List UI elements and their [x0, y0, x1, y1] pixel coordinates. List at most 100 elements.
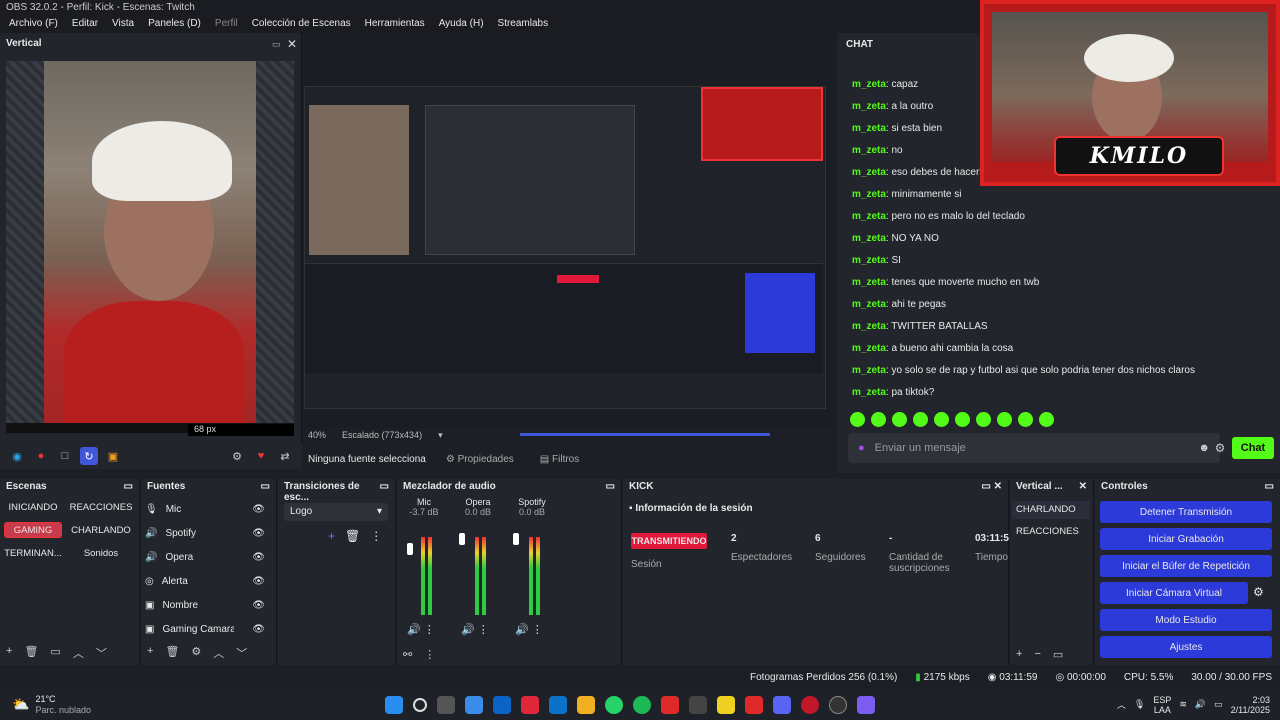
chevron-up-icon[interactable]: ︿: [1117, 698, 1126, 711]
vertical-canvas[interactable]: [6, 61, 294, 433]
scene-iniciando[interactable]: INICIANDO: [4, 499, 62, 515]
emote-icon[interactable]: [871, 412, 886, 427]
float-icon[interactable]: ▭: [1265, 481, 1274, 493]
source-spotify[interactable]: 🔊 Spotify 👁: [145, 523, 265, 543]
link-icon[interactable]: ⚯: [403, 648, 412, 661]
source-nombre[interactable]: ▣ Nombre 👁: [145, 595, 265, 615]
minus-icon[interactable]: −: [1034, 648, 1040, 661]
filter-icon[interactable]: ▭: [50, 645, 60, 661]
up-icon[interactable]: ︿: [213, 645, 224, 661]
trash-icon[interactable]: 🗑: [165, 645, 179, 661]
transition-select[interactable]: Logo ▾: [284, 503, 388, 521]
menu-herramientas[interactable]: Herramientas: [358, 16, 432, 33]
virtual-camera-button[interactable]: Iniciar Cámara Virtual: [1100, 582, 1248, 604]
emote-icon[interactable]: [850, 412, 865, 427]
broadcast-icon[interactable]: ◉: [8, 447, 26, 465]
chat-username[interactable]: m_zeta: [852, 233, 886, 244]
settings-button[interactable]: Ajustes: [1100, 636, 1272, 658]
emote-icon[interactable]: [976, 412, 991, 427]
opera-icon[interactable]: [801, 695, 819, 714]
emote-icon[interactable]: [1039, 412, 1054, 427]
obs-icon[interactable]: [829, 695, 847, 714]
app-icon[interactable]: [745, 695, 763, 714]
whatsapp-icon[interactable]: [605, 695, 623, 714]
scaling-label[interactable]: Escalado (773x434): [342, 430, 422, 440]
virtual-camera-settings-icon[interactable]: ⚙: [1253, 585, 1264, 599]
spotify-fader[interactable]: [513, 533, 519, 545]
float-icon[interactable]: ▭: [606, 481, 615, 493]
gear-icon[interactable]: ⚙: [228, 447, 246, 465]
eye-icon[interactable]: 👁: [252, 600, 265, 611]
scene-sonidos[interactable]: Sonidos: [72, 545, 130, 561]
chat-username[interactable]: m_zeta: [852, 343, 886, 354]
clock[interactable]: 2:03 2/11/2025: [1231, 695, 1270, 715]
eye-icon[interactable]: 👁: [252, 624, 265, 635]
menu-paneles[interactable]: Paneles (D): [141, 16, 208, 33]
float-icon[interactable]: ▭: [380, 481, 389, 493]
app-icon[interactable]: [857, 695, 875, 714]
copilot-icon[interactable]: [465, 695, 483, 714]
vertical-scene-reacciones[interactable]: REACCIONES: [1012, 523, 1090, 541]
discord-icon[interactable]: [773, 695, 791, 714]
switch-icon[interactable]: ⇄: [276, 447, 294, 465]
scene-terminando[interactable]: TERMINAN...: [4, 545, 62, 561]
language-indicator[interactable]: ESP LAA: [1153, 695, 1171, 715]
scene-charlando[interactable]: CHARLANDO: [71, 522, 131, 538]
search-icon[interactable]: [413, 697, 427, 712]
chat-username[interactable]: m_zeta: [852, 79, 886, 90]
screen-icon[interactable]: □: [56, 447, 74, 465]
menu-archivo[interactable]: Archivo (F): [2, 16, 65, 33]
microphone-icon[interactable]: ●: [858, 442, 865, 454]
chat-username[interactable]: m_zeta: [852, 321, 886, 332]
float-icon[interactable]: ▭: [124, 481, 133, 493]
source-gaming-camara[interactable]: ▣ Gaming Camara 👁: [145, 619, 265, 639]
more-icon[interactable]: ⋮: [370, 529, 382, 543]
source-mic[interactable]: 🎙 Mic 👁: [145, 499, 265, 519]
scene-gaming[interactable]: GAMING: [4, 522, 62, 538]
app-icon[interactable]: [717, 695, 735, 714]
studio-mode-button[interactable]: Modo Estudio: [1100, 609, 1272, 631]
emote-icon[interactable]: [1018, 412, 1033, 427]
chat-username[interactable]: m_zeta: [852, 123, 886, 134]
mic-fader[interactable]: [407, 543, 413, 555]
emote-icon[interactable]: [955, 412, 970, 427]
chat-username[interactable]: m_zeta: [852, 145, 886, 156]
more-icon[interactable]: ⋮: [424, 648, 435, 661]
add-icon[interactable]: +: [147, 645, 153, 661]
replay-buffer-button[interactable]: Iniciar el Búfer de Repetición: [1100, 555, 1272, 577]
chat-input[interactable]: ● Enviar un mensaje ☻: [848, 433, 1220, 463]
chat-username[interactable]: m_zeta: [852, 277, 886, 288]
battery-icon[interactable]: ▭: [1214, 699, 1223, 710]
preview-scrollbar[interactable]: [520, 433, 770, 436]
trash-icon[interactable]: 🗑: [24, 645, 38, 661]
chat-username[interactable]: m_zeta: [852, 387, 886, 398]
camera-icon[interactable]: ▣: [104, 447, 122, 465]
dropbox-icon[interactable]: [493, 695, 511, 714]
spotify-icon[interactable]: [633, 695, 651, 714]
menu-editar[interactable]: Editar: [65, 16, 105, 33]
emote-icon[interactable]: [934, 412, 949, 427]
menu-ayuda[interactable]: Ayuda (H): [432, 16, 491, 33]
chat-username[interactable]: m_zeta: [852, 189, 886, 200]
chevron-down-icon[interactable]: ▾: [438, 430, 443, 441]
emote-icon[interactable]: [892, 412, 907, 427]
mic-mute-icon[interactable]: 🔊 ⋮: [407, 623, 435, 636]
vertical-scene-charlando[interactable]: CHARLANDO: [1012, 501, 1090, 519]
volume-icon[interactable]: 🔊: [1195, 699, 1206, 710]
loop-icon[interactable]: ↻: [80, 447, 98, 465]
folder-icon[interactable]: [577, 695, 595, 714]
source-alerta[interactable]: ◎ Alerta 👁: [145, 571, 265, 591]
float-icon[interactable]: ▭: [261, 481, 270, 493]
down-icon[interactable]: ﹀: [96, 645, 107, 661]
eye-icon[interactable]: 👁: [252, 552, 265, 563]
chat-send-button[interactable]: Chat: [1232, 437, 1274, 459]
close-icon[interactable]: ✕: [287, 37, 297, 51]
float-icon[interactable]: ▭: [272, 39, 281, 50]
wifi-icon[interactable]: ≋: [1179, 699, 1187, 710]
chat-username[interactable]: m_zeta: [852, 101, 886, 112]
main-preview[interactable]: [304, 33, 836, 428]
menu-perfil[interactable]: Perfil: [208, 16, 245, 33]
filter-icon[interactable]: ▭: [1053, 648, 1063, 661]
add-icon[interactable]: +: [6, 645, 12, 661]
down-icon[interactable]: ﹀: [236, 645, 247, 661]
